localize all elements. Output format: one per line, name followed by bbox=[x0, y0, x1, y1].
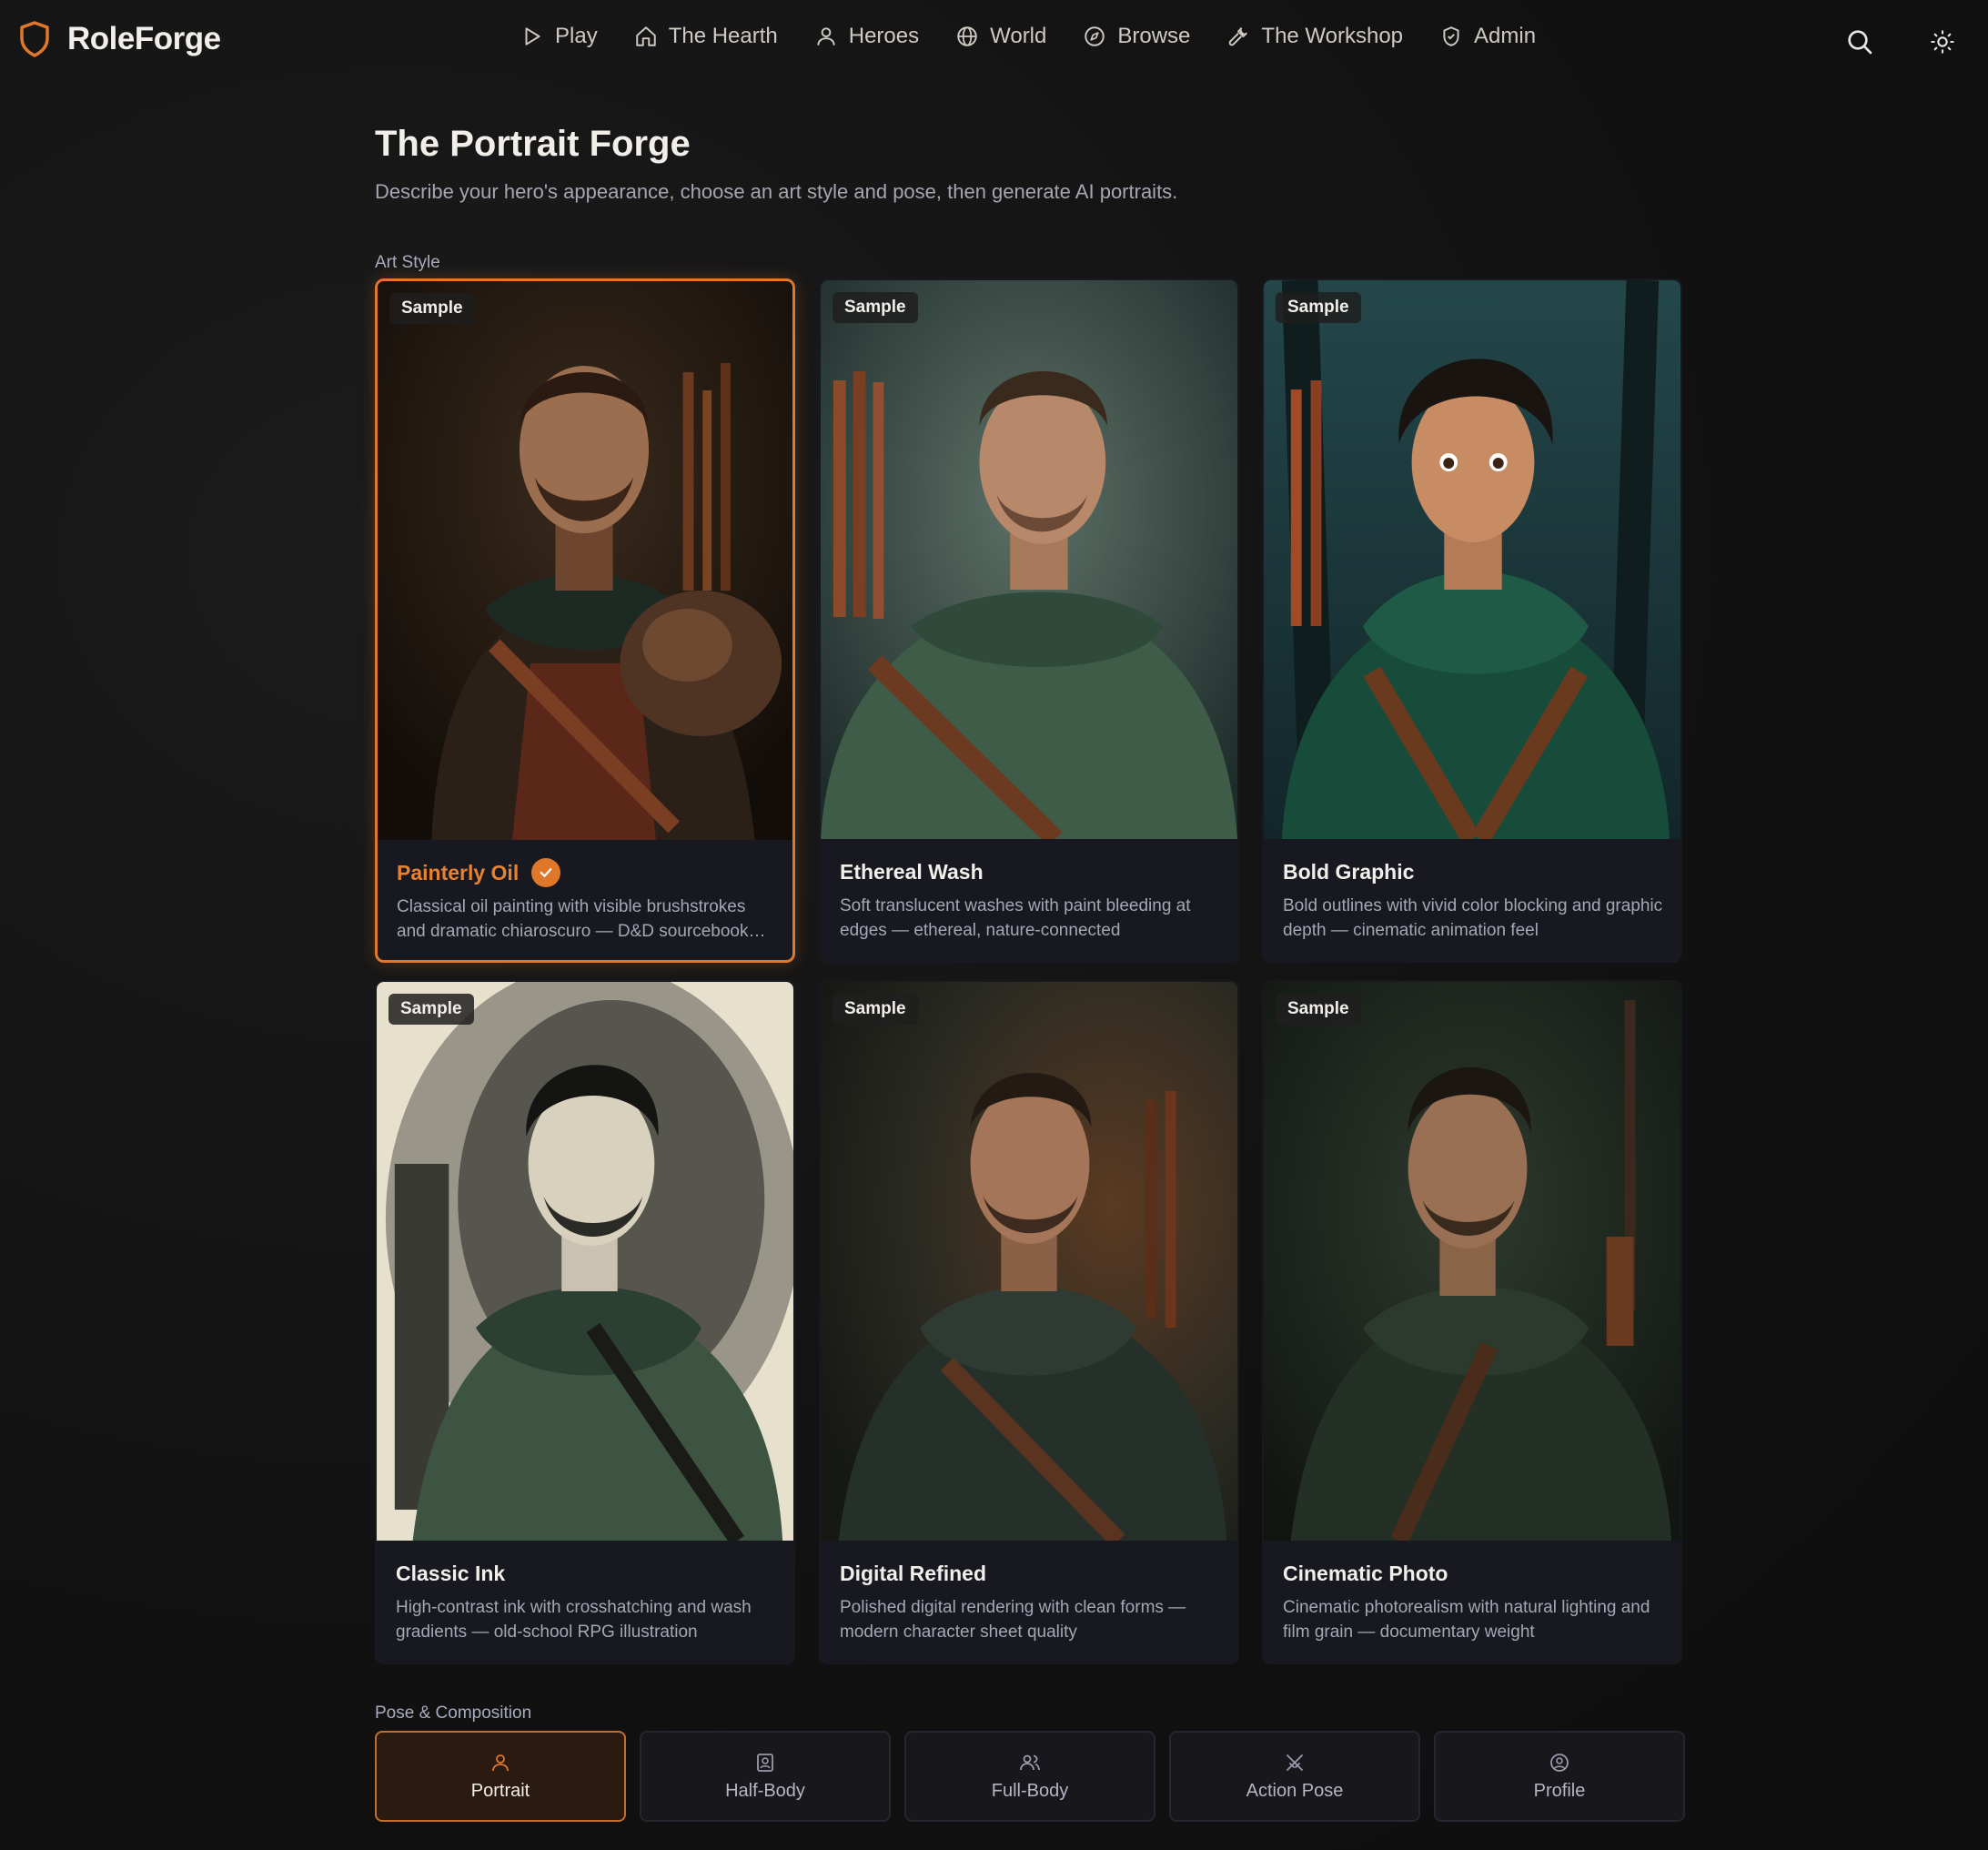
pose-option-portrait[interactable]: Portrait bbox=[375, 1731, 626, 1822]
brand-name: RoleForge bbox=[67, 21, 221, 56]
style-description: Polished digital rendering with clean fo… bbox=[840, 1598, 1186, 1642]
style-title: Bold Graphic bbox=[1283, 855, 1664, 888]
portrait-frame-icon bbox=[757, 1753, 773, 1772]
shield-logo-icon bbox=[20, 21, 49, 57]
pose-option-profile[interactable]: Profile bbox=[1434, 1731, 1685, 1822]
style-title: Painterly Oil bbox=[397, 856, 776, 889]
style-description: High-contrast ink with crosshatching and… bbox=[396, 1598, 752, 1642]
nav-item-label: The Workshop bbox=[1261, 24, 1404, 48]
style-description: Soft translucent washes with paint bleed… bbox=[840, 896, 1191, 940]
style-description: Cinematic photorealism with natural ligh… bbox=[1283, 1598, 1650, 1642]
style-sample-image bbox=[378, 281, 792, 840]
style-card-bold-graphic[interactable]: Sample Bold Graphic Bold outlines with v… bbox=[1262, 278, 1682, 963]
nav-item-play[interactable]: Play bbox=[520, 24, 598, 49]
brand[interactable]: RoleForge bbox=[18, 20, 221, 58]
sample-badge: Sample bbox=[833, 994, 918, 1025]
nav-item-label: Browse bbox=[1117, 24, 1191, 48]
style-card-classic-ink[interactable]: Sample Classic Ink High-contrast ink wit… bbox=[375, 980, 795, 1664]
style-description: Classical oil painting with visible brus… bbox=[397, 897, 749, 941]
pose-label: Full-Body bbox=[991, 1780, 1069, 1801]
style-card-ethereal-wash[interactable]: Sample Ethereal Wash Soft translucent wa… bbox=[819, 278, 1239, 963]
nav-item-label: World bbox=[990, 24, 1047, 48]
style-card-cinematic-photo[interactable]: Sample Cinematic Photo Cinematic photore… bbox=[1262, 980, 1682, 1664]
style-title-text: Painterly Oil bbox=[397, 860, 520, 885]
style-card-painterly-oil[interactable]: Sample Painterly Oil Classical oil paint… bbox=[375, 278, 795, 963]
wrench-icon bbox=[1229, 27, 1248, 46]
home-icon bbox=[635, 26, 656, 46]
style-title: Ethereal Wash bbox=[840, 855, 1221, 888]
nav-item-label: Play bbox=[555, 24, 598, 48]
page-title: The Portrait Forge bbox=[375, 124, 691, 164]
nav-item-world[interactable]: World bbox=[955, 24, 1046, 49]
nav-item-label: Heroes bbox=[848, 24, 920, 48]
art-style-label: Art Style bbox=[375, 253, 440, 272]
style-title: Cinematic Photo bbox=[1283, 1557, 1664, 1590]
compass-icon bbox=[1085, 26, 1105, 46]
play-icon bbox=[525, 27, 540, 45]
theme-toggle-button[interactable] bbox=[1922, 22, 1963, 62]
style-title-text: Bold Graphic bbox=[1283, 859, 1415, 884]
user-circle-icon bbox=[1550, 1753, 1569, 1772]
style-sample-image bbox=[821, 982, 1237, 1541]
top-navigation-bar: RoleForge Play The Hearth Heroes World B… bbox=[0, 0, 1988, 84]
search-icon bbox=[1848, 30, 1872, 55]
pose-composition-label: Pose & Composition bbox=[375, 1703, 532, 1723]
style-sample-image bbox=[1264, 982, 1680, 1541]
style-sample-image bbox=[1264, 280, 1680, 839]
selected-check-icon bbox=[531, 858, 561, 887]
style-sample-image bbox=[821, 280, 1237, 839]
style-title-text: Digital Refined bbox=[840, 1561, 987, 1585]
sample-badge: Sample bbox=[1276, 994, 1361, 1025]
style-title-text: Cinematic Photo bbox=[1283, 1561, 1448, 1585]
sample-badge: Sample bbox=[389, 994, 474, 1025]
style-sample-image bbox=[377, 982, 793, 1541]
style-title-text: Ethereal Wash bbox=[840, 859, 984, 884]
users-icon bbox=[1020, 1754, 1040, 1770]
pose-label: Profile bbox=[1533, 1780, 1586, 1801]
main-nav: Play The Hearth Heroes World Browse The … bbox=[520, 24, 1572, 49]
nav-item-heroes[interactable]: Heroes bbox=[814, 24, 919, 49]
sun-icon bbox=[1931, 30, 1954, 54]
search-button[interactable] bbox=[1840, 22, 1880, 62]
crossed-swords-icon bbox=[1287, 1754, 1303, 1771]
style-description: Bold outlines with vivid color blocking … bbox=[1283, 896, 1663, 940]
nav-item-browse[interactable]: Browse bbox=[1083, 24, 1190, 49]
pose-options: Portrait Half-Body Full-Body Action Pose… bbox=[375, 1731, 1685, 1822]
style-title-text: Classic Ink bbox=[396, 1561, 506, 1585]
nav-item-label: The Hearth bbox=[668, 24, 778, 48]
sample-badge: Sample bbox=[1276, 292, 1361, 323]
sample-badge: Sample bbox=[389, 293, 475, 324]
pose-label: Half-Body bbox=[725, 1780, 805, 1801]
nav-item-the-workshop[interactable]: The Workshop bbox=[1226, 24, 1403, 49]
shield-check-icon bbox=[1443, 26, 1459, 46]
pose-option-full-body[interactable]: Full-Body bbox=[904, 1731, 1155, 1822]
sample-badge: Sample bbox=[833, 292, 918, 323]
pose-option-action-pose[interactable]: Action Pose bbox=[1169, 1731, 1420, 1822]
style-card-digital-refined[interactable]: Sample Digital Refined Polished digital … bbox=[819, 980, 1239, 1664]
pose-label: Portrait bbox=[470, 1780, 530, 1801]
globe-icon bbox=[957, 26, 977, 46]
style-title: Digital Refined bbox=[840, 1557, 1221, 1590]
nav-item-the-hearth[interactable]: The Hearth bbox=[634, 24, 778, 49]
nav-item-admin[interactable]: Admin bbox=[1439, 24, 1536, 49]
page-subtitle: Describe your hero's appearance, choose … bbox=[375, 180, 1178, 203]
nav-item-label: Admin bbox=[1474, 24, 1537, 48]
pose-option-half-body[interactable]: Half-Body bbox=[640, 1731, 891, 1822]
user-icon bbox=[492, 1754, 509, 1771]
user-icon bbox=[817, 27, 835, 45]
style-title: Classic Ink bbox=[396, 1557, 777, 1590]
pose-label: Action Pose bbox=[1246, 1780, 1344, 1801]
